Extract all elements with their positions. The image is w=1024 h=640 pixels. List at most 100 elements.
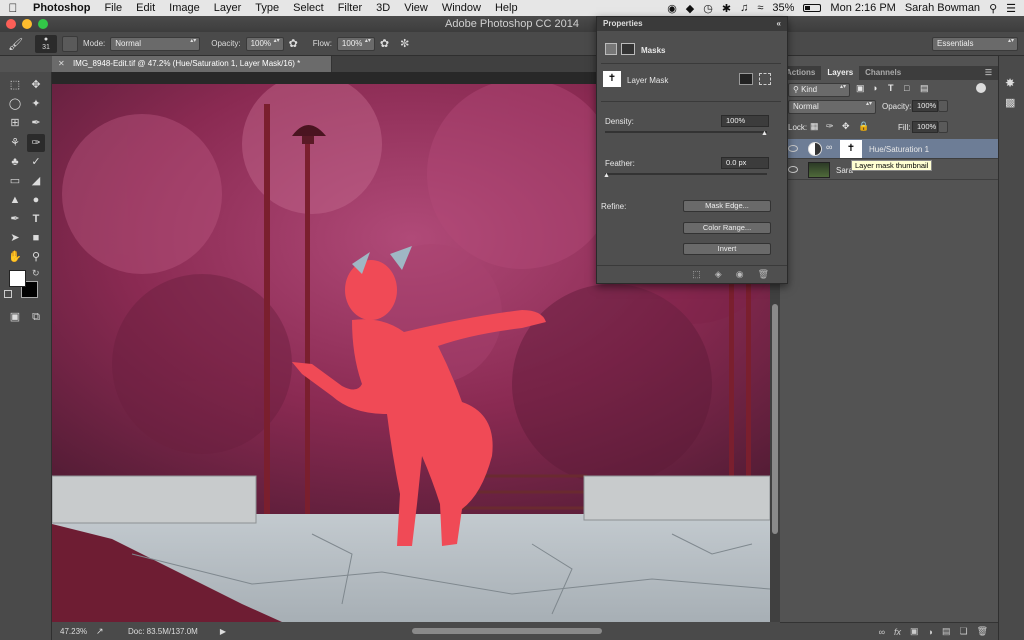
panel-icon-adjust[interactable]: ✸ bbox=[1005, 76, 1015, 90]
layer-fill-field[interactable]: 100% bbox=[912, 121, 938, 133]
add-vector-mask-icon[interactable] bbox=[759, 73, 771, 85]
menu-help[interactable]: Help bbox=[488, 2, 525, 14]
menu-select[interactable]: Select bbox=[286, 2, 331, 14]
document-tab[interactable]: ✕ IMG_8948-Edit.tif @ 47.2% (Hue/Saturat… bbox=[52, 56, 332, 72]
vertical-scroll-thumb[interactable] bbox=[772, 304, 778, 534]
app-menu[interactable]: Photoshop bbox=[26, 2, 97, 14]
filter-adjustment-icon[interactable]: ◑ bbox=[872, 83, 877, 93]
search-icon[interactable]: ⚲ bbox=[989, 2, 997, 15]
properties-header[interactable]: Properties « bbox=[597, 17, 787, 31]
healing-brush-tool-icon[interactable]: ⚘ bbox=[6, 134, 24, 152]
new-layer-icon[interactable]: ❏ bbox=[959, 626, 967, 637]
density-field[interactable]: 100% bbox=[721, 115, 769, 127]
blend-mode-dropdown[interactable]: Normal bbox=[788, 100, 876, 114]
zoom-tool-icon[interactable]: ⚲ bbox=[27, 248, 45, 266]
layer-opacity-field[interactable]: 100% bbox=[912, 100, 938, 112]
delete-mask-icon[interactable]: 🗑 bbox=[758, 269, 769, 280]
creative-cloud-icon[interactable]: ◉ bbox=[667, 2, 677, 15]
filter-toggle-icon[interactable] bbox=[976, 83, 986, 93]
zoom-window-button[interactable] bbox=[38, 19, 48, 29]
tab-layers[interactable]: Layers bbox=[821, 66, 860, 80]
menu-view[interactable]: View bbox=[397, 2, 435, 14]
swap-colors-icon[interactable]: ↻ bbox=[32, 268, 40, 279]
lock-transparent-icon[interactable]: ▦ bbox=[810, 121, 819, 132]
blur-tool-icon[interactable]: ▲ bbox=[6, 191, 24, 209]
menu-file[interactable]: File bbox=[97, 2, 129, 14]
clock[interactable]: Mon 2:16 PM bbox=[830, 2, 895, 14]
export-icon[interactable]: ↗ bbox=[96, 626, 110, 637]
menu-type[interactable]: Type bbox=[248, 2, 286, 14]
bluetooth-icon[interactable]: ✱ bbox=[722, 2, 731, 15]
link-layers-icon[interactable]: ∞ bbox=[879, 627, 885, 637]
minimize-window-button[interactable] bbox=[22, 19, 32, 29]
horizontal-scroll-thumb[interactable] bbox=[412, 628, 602, 634]
apply-mask-icon[interactable]: ◈ bbox=[715, 269, 722, 280]
zoom-level[interactable]: 47.23% bbox=[60, 627, 96, 636]
default-colors-icon[interactable] bbox=[4, 290, 12, 298]
rectangle-tool-icon[interactable]: ■ bbox=[27, 229, 45, 247]
density-slider[interactable] bbox=[605, 131, 767, 133]
invert-button[interactable]: Invert bbox=[683, 243, 771, 255]
layer-row-hue-saturation[interactable]: ∞ ✝ Hue/Saturation 1 bbox=[780, 139, 998, 159]
lasso-tool-icon[interactable]: ◯ bbox=[6, 95, 24, 113]
menu-image[interactable]: Image bbox=[162, 2, 207, 14]
screen-mode-icon[interactable]: ⧉ bbox=[27, 308, 45, 326]
color-range-button[interactable]: Color Range... bbox=[683, 222, 771, 234]
mask-edge-button[interactable]: Mask Edge... bbox=[683, 200, 771, 212]
layer-fill-arrow[interactable] bbox=[938, 121, 948, 133]
crop-tool-icon[interactable]: ⊞ bbox=[6, 114, 24, 132]
feather-slider-handle[interactable]: ▲ bbox=[603, 172, 610, 179]
menu-filter[interactable]: Filter bbox=[331, 2, 369, 14]
load-selection-icon[interactable]: ⬚ bbox=[692, 269, 701, 280]
layer-opacity-arrow[interactable] bbox=[938, 100, 948, 112]
dropbox-icon[interactable]: ◆ bbox=[686, 2, 694, 15]
add-pixel-mask-icon[interactable] bbox=[739, 73, 753, 85]
pressure-size-icon[interactable]: ✼ bbox=[400, 37, 409, 50]
wifi-icon[interactable]: ≈ bbox=[757, 2, 763, 14]
add-mask-icon[interactable]: ▣ bbox=[910, 626, 919, 637]
close-document-icon[interactable]: ✕ bbox=[58, 59, 65, 68]
notification-center-icon[interactable]: ☰ bbox=[1006, 2, 1016, 15]
history-brush-tool-icon[interactable]: ✓ bbox=[27, 153, 45, 171]
brush-tool-icon[interactable]: ✑ bbox=[27, 134, 45, 152]
eyedropper-tool-icon[interactable]: ✒ bbox=[27, 114, 45, 132]
menu-layer[interactable]: Layer bbox=[207, 2, 249, 14]
battery-percent[interactable]: 35% bbox=[772, 2, 794, 14]
filter-pixel-icon[interactable]: ▣ bbox=[856, 83, 865, 94]
density-slider-handle[interactable]: ▲ bbox=[761, 130, 768, 137]
close-window-button[interactable] bbox=[6, 19, 16, 29]
volume-icon[interactable]: ♫ bbox=[740, 2, 748, 14]
feather-field[interactable]: 0.0 px bbox=[721, 157, 769, 169]
layer-mask-thumbnail[interactable]: ✝ bbox=[840, 140, 862, 158]
hand-tool-icon[interactable]: ✋ bbox=[6, 248, 24, 266]
marquee-tool-icon[interactable]: ⬚ bbox=[6, 76, 24, 94]
flow-dropdown[interactable]: 100% bbox=[336, 36, 375, 51]
lock-image-icon[interactable]: ✑ bbox=[826, 121, 834, 132]
apple-menu-icon[interactable]:  bbox=[0, 1, 26, 15]
delete-layer-icon[interactable]: 🗑 bbox=[977, 626, 988, 637]
menu-3d[interactable]: 3D bbox=[369, 2, 397, 14]
brush-panel-toggle-icon[interactable] bbox=[62, 35, 78, 52]
mode-dropdown[interactable]: Normal bbox=[110, 36, 201, 51]
magic-wand-tool-icon[interactable]: ✦ bbox=[27, 95, 45, 113]
paint-bucket-tool-icon[interactable]: ◢ bbox=[27, 172, 45, 190]
lock-position-icon[interactable]: ✥ bbox=[842, 121, 850, 132]
pressure-opacity-icon[interactable]: ✿ bbox=[289, 37, 298, 50]
foreground-color-swatch[interactable] bbox=[9, 270, 26, 287]
mask-link-icon[interactable]: ∞ bbox=[826, 142, 832, 152]
time-machine-icon[interactable]: ◷ bbox=[703, 2, 713, 15]
move-tool-icon[interactable]: ✥ bbox=[27, 76, 45, 94]
menu-edit[interactable]: Edit bbox=[129, 2, 162, 14]
pen-tool-icon[interactable]: ✒ bbox=[6, 210, 24, 228]
clone-stamp-tool-icon[interactable]: ♣ bbox=[6, 153, 24, 171]
battery-icon[interactable] bbox=[803, 4, 822, 12]
new-group-icon[interactable]: ▤ bbox=[942, 626, 951, 637]
filter-type-icon[interactable]: T bbox=[888, 83, 894, 93]
user-name[interactable]: Sarah Bowman bbox=[905, 2, 980, 14]
brush-tool-preset-icon[interactable]: 🖌 bbox=[8, 37, 30, 51]
brush-size-picker[interactable]: ● 31 bbox=[35, 34, 57, 53]
quick-mask-icon[interactable]: ▣ bbox=[6, 308, 24, 326]
new-adjustment-icon[interactable]: ◑ bbox=[928, 627, 933, 637]
feather-slider[interactable] bbox=[605, 173, 767, 175]
lock-all-icon[interactable]: 🔒 bbox=[858, 121, 869, 132]
